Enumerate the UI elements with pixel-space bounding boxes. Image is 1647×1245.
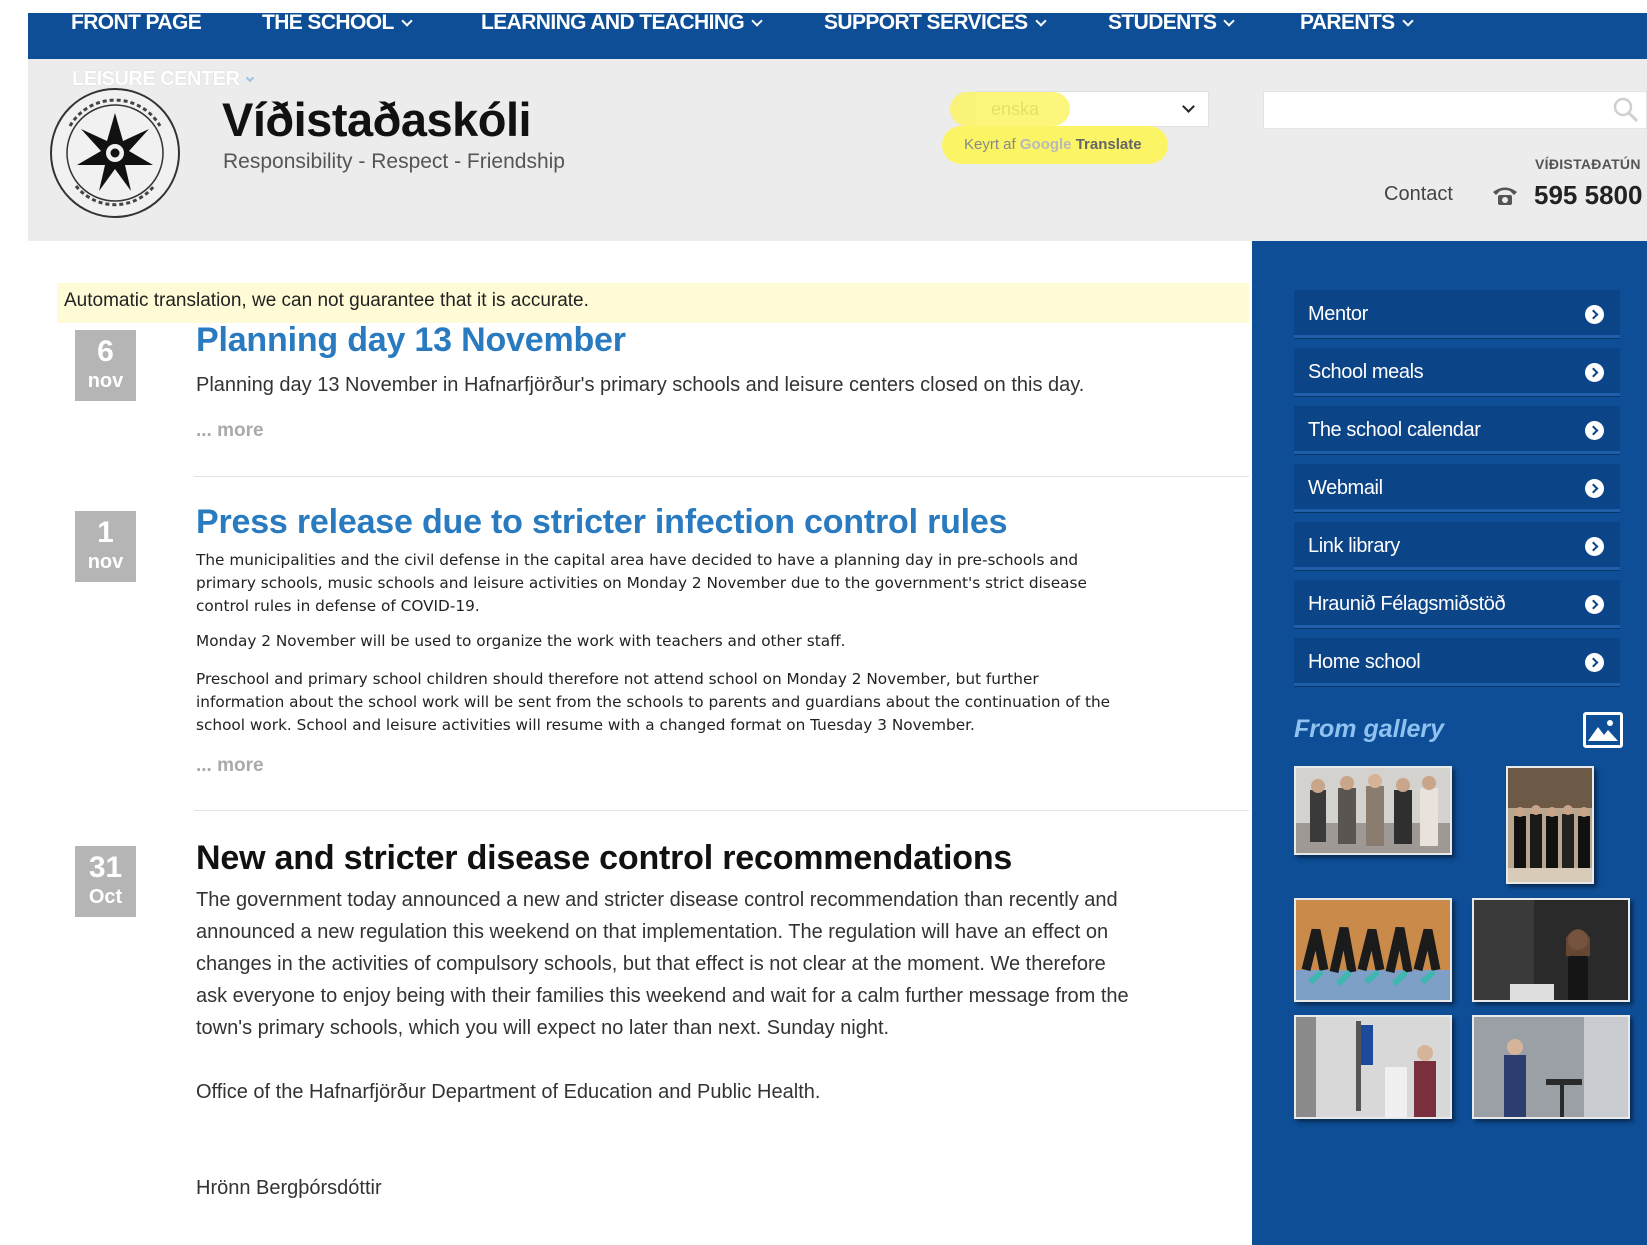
arrow-right-circle-icon (1585, 305, 1604, 324)
nav-label: STUDENTS (1108, 11, 1217, 34)
gallery-thumbnail[interactable] (1294, 766, 1452, 855)
read-more-link[interactable]: ... more (196, 755, 264, 777)
news-title[interactable]: Press release due to stricter infection … (196, 503, 1008, 542)
news-body: The government today announced a new and… (196, 889, 1129, 1039)
gallery-thumbnail[interactable] (1294, 1015, 1452, 1119)
phone-number[interactable]: 595 5800 (1534, 180, 1642, 211)
date-badge: 1 nov (75, 511, 136, 582)
sidebar-link-webmail[interactable]: Webmail (1294, 464, 1620, 512)
google-logo-text: Google (1019, 136, 1072, 153)
gallery-thumbnail[interactable] (1506, 766, 1594, 884)
translation-notice-text: Automatic translation, we can not guaran… (64, 290, 589, 311)
nav-students[interactable]: STUDENTS (1108, 0, 1236, 46)
search-input[interactable] (1263, 91, 1647, 129)
gallery-photo (1296, 768, 1450, 853)
sidebar-link-school-meals[interactable]: School meals (1294, 348, 1620, 396)
translate-label: Translate (1075, 136, 1142, 153)
nav-label: PARENTS (1300, 11, 1395, 34)
school-motto: Responsibility - Respect - Friendship (223, 150, 565, 173)
chevron-down-icon (401, 15, 413, 27)
news-body: Planning day 13 November in Hafnarfjörðu… (196, 374, 1085, 396)
gallery-icon[interactable] (1583, 712, 1623, 748)
nav-label: THE SCHOOL (262, 11, 394, 34)
sidebar-link-label: The school calendar (1308, 419, 1481, 441)
arrow-right-circle-icon (1585, 537, 1604, 556)
chevron-down-icon (1223, 15, 1236, 27)
gallery-title[interactable]: From gallery (1294, 715, 1444, 744)
nav-learning-and-teaching[interactable]: LEARNING AND TEACHING (481, 0, 763, 46)
chevron-down-icon (1401, 15, 1414, 27)
gallery-thumbnail[interactable] (1294, 898, 1452, 1002)
chevron-down-icon (751, 15, 763, 27)
news-body: Office of the Hafnarfjörður Department o… (196, 1081, 821, 1103)
search-icon[interactable] (1612, 96, 1640, 124)
date-day: 6 (97, 335, 114, 368)
date-month: nov (87, 370, 124, 392)
gallery-photo (1296, 1017, 1450, 1117)
arrow-right-circle-icon (1585, 653, 1604, 672)
gallery-thumbnail[interactable] (1472, 898, 1630, 1002)
sidebar-link-mentor[interactable]: Mentor (1294, 290, 1620, 338)
sidebar-link-label: Mentor (1308, 303, 1368, 325)
news-body: The municipalities and the civil defense… (196, 551, 1087, 615)
read-more-link[interactable]: ... more (196, 420, 264, 442)
chevron-down-icon (1182, 100, 1195, 113)
sidebar-link-school-calendar[interactable]: The school calendar (1294, 406, 1620, 454)
language-select-value: enska (991, 99, 1040, 119)
sidebar-link-label: Home school (1308, 651, 1421, 673)
gallery-photo (1508, 768, 1592, 882)
sidebar-link-label: Hraunið Félagsmiðstöð (1308, 593, 1506, 615)
address-text: VÍÐISTAÐATÚN (1535, 156, 1641, 172)
date-badge: 6 nov (75, 330, 136, 401)
gallery-photo (1474, 900, 1628, 1000)
chevron-down-icon (1034, 15, 1047, 27)
news-title: New and stricter disease control recomme… (196, 839, 1013, 877)
sidebar-link-link-library[interactable]: Link library (1294, 522, 1620, 570)
arrow-right-circle-icon (1585, 595, 1604, 614)
gallery-thumbnail[interactable] (1472, 1015, 1630, 1119)
arrow-right-circle-icon (1585, 421, 1604, 440)
date-month: Oct (88, 886, 123, 908)
date-day: 31 (88, 851, 123, 884)
sidebar-link-label: Link library (1308, 535, 1400, 557)
divider (194, 476, 1249, 477)
sidebar-link-label: Webmail (1308, 477, 1383, 499)
phone-icon (1493, 187, 1517, 205)
nav-front-page[interactable]: FRONT PAGE (71, 0, 202, 46)
sidebar-link-hraunid[interactable]: Hraunið Félagsmiðstöð (1294, 580, 1620, 628)
translate-powered-text: Keyrt af (964, 136, 1016, 153)
language-select[interactable]: enska (975, 91, 1209, 127)
news-title[interactable]: Planning day 13 November (196, 321, 626, 360)
chevron-down-icon (246, 73, 255, 83)
sidebar-link-label: School meals (1308, 361, 1424, 383)
school-logo[interactable] (48, 86, 182, 220)
news-signature: Hrönn Bergþórsdóttir (196, 1177, 382, 1199)
nav-label: FRONT PAGE (71, 11, 202, 34)
school-name[interactable]: Víðistaðaskóli (222, 92, 532, 147)
news-body: Preschool and primary school children sh… (196, 670, 1111, 734)
nav-parents[interactable]: PARENTS (1300, 0, 1414, 46)
contact-link[interactable]: Contact (1384, 183, 1453, 206)
divider (194, 810, 1249, 811)
arrow-right-circle-icon (1585, 363, 1604, 382)
google-translate-credit[interactable]: Keyrt af Google Translate (964, 136, 1142, 153)
date-day: 1 (97, 516, 114, 549)
date-badge: 31 Oct (75, 846, 136, 917)
sidebar-link-home-school[interactable]: Home school (1294, 638, 1620, 686)
nav-label: SUPPORT SERVICES (824, 11, 1028, 34)
news-body: Monday 2 November will be used to organi… (196, 632, 846, 650)
gallery-photo (1296, 900, 1450, 1000)
arrow-right-circle-icon (1585, 479, 1604, 498)
nav-support-services[interactable]: SUPPORT SERVICES (824, 0, 1047, 46)
nav-the-school[interactable]: THE SCHOOL (262, 0, 413, 46)
gallery-photo (1474, 1017, 1628, 1117)
date-month: nov (87, 551, 124, 573)
nav-label: LEARNING AND TEACHING (481, 11, 745, 34)
